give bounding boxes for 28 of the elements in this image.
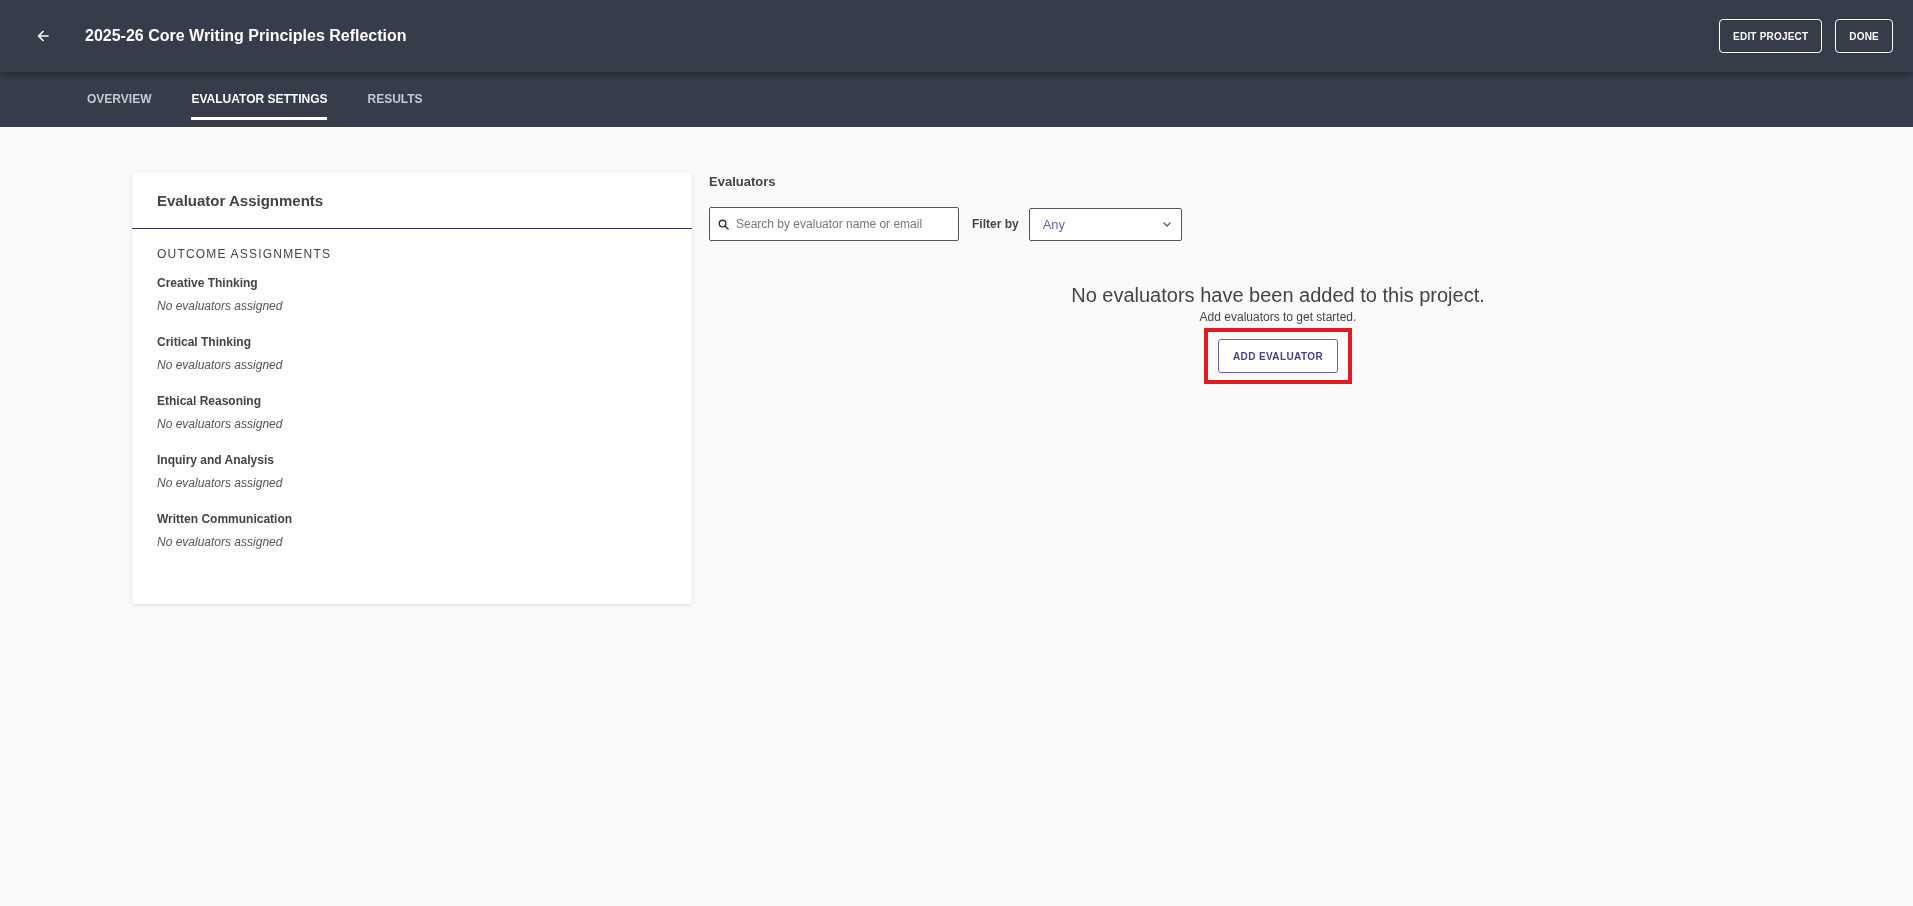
empty-state-title: No evaluators have been added to this project.: [1071, 283, 1485, 307]
tab[interactable]: OVERVIEW: [87, 92, 152, 120]
empty-state-subtitle: Add evaluators to get started.: [1199, 310, 1357, 324]
filter-dropdown[interactable]: Any: [1028, 207, 1182, 241]
outcome-status: No evaluators assigned: [157, 357, 283, 374]
outcome-name: Ethical Reasoning: [157, 393, 262, 410]
outcome-status: No evaluators assigned: [157, 475, 283, 492]
search-icon: [718, 219, 729, 230]
search-field[interactable]: Search by evaluator name or email: [709, 207, 959, 241]
done-button[interactable]: DONE: [1835, 19, 1893, 53]
page-title: 2025-26 Core Writing Principles Reflection: [85, 26, 407, 46]
tab[interactable]: RESULTS: [367, 92, 423, 120]
outcome-status: No evaluators assigned: [157, 416, 283, 433]
section-title: Evaluators: [709, 173, 776, 191]
filter-label: Filter by: [972, 217, 1019, 231]
outcome-name: Inquiry and Analysis: [157, 452, 274, 469]
section-heading: OUTCOME ASSIGNMENTS: [157, 246, 332, 263]
back-arrow-icon[interactable]: [37, 30, 49, 42]
edit-project-button[interactable]: EDIT PROJECT: [1719, 19, 1823, 53]
tab[interactable]: EVALUATOR SETTINGS: [191, 92, 328, 120]
outcome-name: Written Communication: [157, 511, 293, 528]
outcome-status: No evaluators assigned: [157, 298, 283, 315]
outcome-status: No evaluators assigned: [157, 534, 283, 551]
chevron-down-icon: [1162, 221, 1171, 227]
outcome-name: Creative Thinking: [157, 275, 258, 292]
outcome-name: Critical Thinking: [157, 334, 251, 351]
add-evaluator-button[interactable]: ADD EVALUATOR: [1217, 339, 1339, 373]
card-title: Evaluator Assignments: [157, 191, 324, 209]
